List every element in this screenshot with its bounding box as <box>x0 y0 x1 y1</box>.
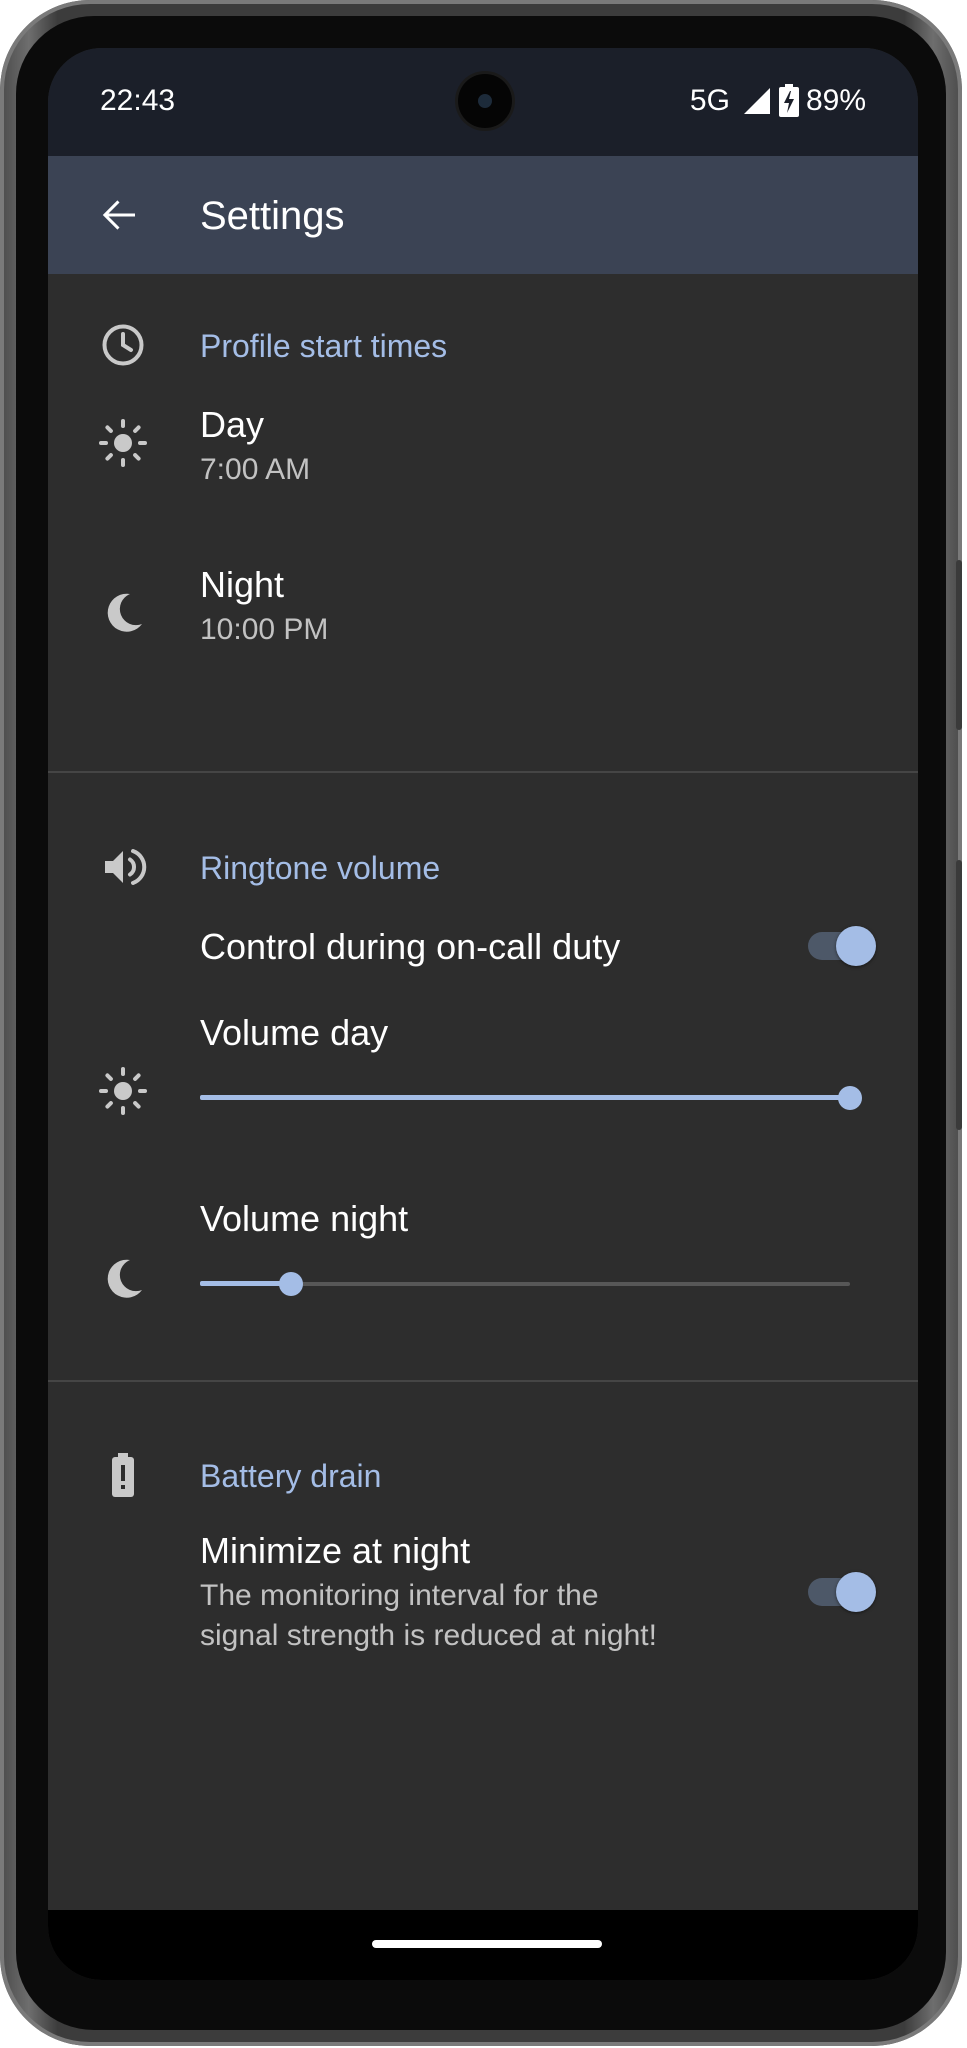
control-on-call-label: Control during on-call duty <box>200 926 621 967</box>
sun-icon <box>78 398 168 488</box>
back-button[interactable] <box>84 180 154 250</box>
night-label: Night <box>200 564 285 605</box>
minimize-at-night-label: Minimize at night <box>200 1530 471 1571</box>
minimize-at-night-summary-line2: signal strength is reduced at night! <box>200 1619 657 1652</box>
network-type: 5G <box>689 84 730 117</box>
list-item-minimize-at-night[interactable]: Minimize at night The monitoring interva… <box>48 1510 918 1680</box>
slider-fill <box>200 1281 291 1286</box>
arrow-back-icon <box>102 200 135 230</box>
home-gesture-handle[interactable] <box>372 1940 602 1948</box>
battery-charging-icon <box>778 84 799 117</box>
section-title-profile-start-times: Profile start times <box>200 328 448 364</box>
signal-icon <box>743 88 770 114</box>
section-divider <box>48 771 918 773</box>
section-title-ringtone-volume: Ringtone volume <box>200 850 441 886</box>
sun-icon <box>78 1046 168 1136</box>
status-bar: 22:43 5G 89% <box>48 48 918 156</box>
battery-alert-icon <box>78 1430 168 1520</box>
screen: 22:43 5G 89% Settings Profile start time… <box>48 48 918 1980</box>
volume-night-slider[interactable] <box>200 1264 860 1304</box>
night-value: 10:00 PM <box>200 613 329 646</box>
volume-night-label: Volume night <box>200 1198 409 1239</box>
day-label: Day <box>200 404 265 445</box>
volume-day-slider[interactable] <box>200 1078 862 1118</box>
slider-thumb[interactable] <box>838 1086 862 1110</box>
moon-icon <box>78 1234 168 1324</box>
moon-icon <box>78 568 168 658</box>
minimize-at-night-summary-line1: The monitoring interval for the <box>200 1579 599 1612</box>
day-value: 7:00 AM <box>200 453 311 486</box>
status-indicators: 5G 89% <box>690 84 866 118</box>
list-item-control-on-call[interactable]: Control during on-call duty <box>48 900 918 992</box>
control-on-call-toggle[interactable] <box>808 916 878 976</box>
app-bar: Settings <box>48 156 918 274</box>
section-divider <box>48 1380 918 1382</box>
front-camera <box>458 74 512 128</box>
list-item-volume-night: Volume night <box>48 1178 918 1364</box>
toggle-thumb <box>836 926 876 966</box>
status-time: 22:43 <box>100 84 176 117</box>
volume-button <box>956 860 962 1130</box>
power-button <box>956 560 962 730</box>
battery-percent: 89% <box>805 84 866 117</box>
list-item-night[interactable]: Night 10:00 PM <box>48 534 918 694</box>
slider-thumb[interactable] <box>279 1272 303 1296</box>
list-item-volume-day: Volume day <box>48 992 918 1178</box>
slider-fill <box>200 1095 850 1100</box>
minimize-at-night-toggle[interactable] <box>808 1562 878 1622</box>
toggle-thumb <box>836 1572 876 1612</box>
list-item-day[interactable]: Day 7:00 AM <box>48 374 918 534</box>
volume-icon <box>78 822 168 912</box>
volume-day-label: Volume day <box>200 1012 389 1053</box>
section-title-battery-drain: Battery drain <box>200 1458 382 1494</box>
page-title: Settings <box>200 194 345 238</box>
navigation-bar <box>48 1910 918 1980</box>
